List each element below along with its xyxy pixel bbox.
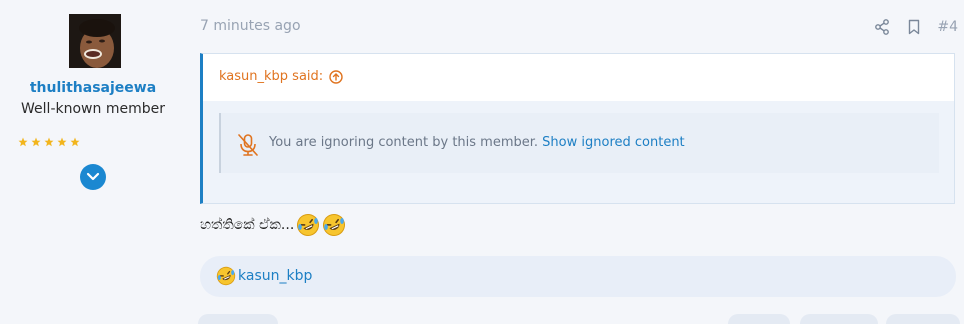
quote-button[interactable]	[800, 314, 878, 324]
chevron-down-icon	[86, 172, 100, 181]
like-button[interactable]	[728, 314, 790, 324]
user-rating-stars	[18, 137, 80, 147]
bookmark-icon	[909, 19, 920, 35]
bookmark-button[interactable]	[905, 18, 923, 36]
share-icon	[875, 19, 890, 35]
star-icon	[44, 137, 54, 147]
username[interactable]: thulithasajeewa	[0, 80, 186, 96]
reactions-bar[interactable]: kasun_kbp	[200, 256, 956, 297]
post-actions: #4	[873, 18, 958, 36]
quote-author-link[interactable]: kasun_kbp said:	[219, 69, 343, 84]
post: thulithasajeewa Well-known member 7 minu…	[0, 0, 964, 324]
arrow-up-circle-icon	[329, 69, 343, 84]
muted-microphone-icon	[238, 134, 258, 156]
rolling-laughing-emoji-icon	[323, 214, 346, 236]
star-icon	[57, 137, 67, 147]
ignored-content-notice: You are ignoring content by this member.…	[219, 113, 939, 173]
reaction-user-link[interactable]: kasun_kbp	[238, 268, 312, 284]
rolling-laughing-emoji-icon	[216, 266, 236, 286]
post-message: හත්තිකේ ඒක...	[200, 213, 346, 237]
post-number-link[interactable]: #4	[937, 19, 958, 35]
ignored-notice-text: You are ignoring content by this member.…	[269, 135, 685, 150]
avatar-image	[69, 14, 121, 68]
share-button[interactable]	[873, 18, 891, 36]
ignored-message: You are ignoring content by this member.	[269, 135, 539, 150]
star-icon	[18, 137, 28, 147]
show-ignored-content-link[interactable]: Show ignored content	[542, 135, 684, 150]
user-title: Well-known member	[21, 101, 165, 117]
quote-block: kasun_kbp said: You are ignoring content…	[200, 53, 955, 204]
quote-body: You are ignoring content by this member.…	[203, 101, 954, 203]
quote-author-said: kasun_kbp said:	[219, 69, 324, 84]
message-text: හත්තිකේ ඒක...	[200, 217, 295, 233]
post-time[interactable]: 7 minutes ago	[200, 18, 301, 34]
expand-user-info-button[interactable]	[80, 164, 106, 190]
avatar[interactable]	[69, 14, 121, 68]
rolling-laughing-emoji-icon	[297, 214, 320, 236]
report-button[interactable]	[198, 314, 278, 324]
star-icon	[70, 137, 80, 147]
user-column: thulithasajeewa Well-known member	[0, 0, 186, 324]
reply-button[interactable]	[886, 314, 960, 324]
star-icon	[31, 137, 41, 147]
